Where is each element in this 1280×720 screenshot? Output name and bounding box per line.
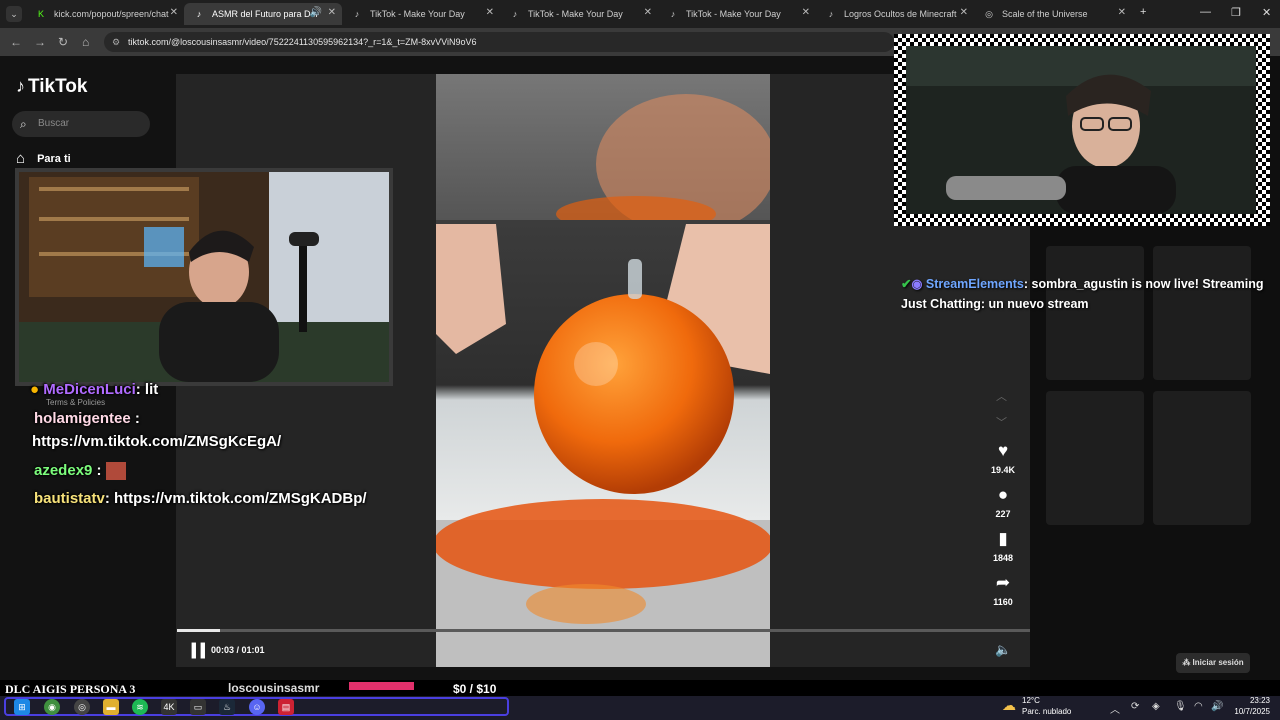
speaker-icon[interactable]: 🔊 <box>1211 701 1223 712</box>
tab-tiktok-1[interactable]: ♪ TikTok - Make Your Day ✕ <box>342 3 500 25</box>
weather-widget[interactable]: 12°C Parc. nublado <box>1022 695 1071 717</box>
video-thumbnail[interactable] <box>1153 391 1251 525</box>
close-tab-icon[interactable]: ✕ <box>1118 7 1126 18</box>
follow-button[interactable] <box>349 682 414 690</box>
close-tab-icon[interactable]: ✕ <box>170 7 178 18</box>
site-info-icon[interactable]: ⚙ <box>112 32 120 52</box>
tab-tiktok-2[interactable]: ♪ TikTok - Make Your Day ✕ <box>500 3 658 25</box>
checkmark-icon: ✔ <box>901 277 912 291</box>
steam-icon[interactable]: ♨ <box>219 699 235 715</box>
heart-icon: ♥ <box>997 441 1009 460</box>
playback-time: 00:03 / 01:01 <box>211 645 265 655</box>
chat-message: holamigentee : <box>34 410 140 427</box>
tab-scale-universe[interactable]: ◎ Scale of the Universe ✕ <box>974 3 1132 25</box>
pause-button[interactable]: ▍▍ <box>192 643 211 659</box>
sidebar-item-for-you[interactable]: ⌂ Para ti <box>16 150 71 167</box>
tiktok-note-icon: ♪ <box>16 76 25 96</box>
spotify-icon[interactable]: ≋ <box>132 699 148 715</box>
new-tab-icon[interactable]: + <box>1140 6 1146 18</box>
app-icon[interactable]: ▤ <box>278 699 294 715</box>
system-clock[interactable]: 23:23 10/7/2025 <box>1226 695 1270 717</box>
microphone-icon[interactable]: 🎙 <box>1174 701 1187 712</box>
comment-button[interactable]: ● 227 <box>985 485 1021 519</box>
tab-minecraft[interactable]: ♪ Logros Ocultos de Minecraft ✕ <box>816 3 974 25</box>
badge-icon: ● <box>30 381 40 398</box>
4k-app-icon[interactable]: 4K <box>161 699 177 715</box>
home-icon[interactable]: ⌂ <box>82 35 89 49</box>
share-icon: ➦ <box>995 573 1011 592</box>
folder-icon[interactable]: ▬ <box>103 699 119 715</box>
tiktok-icon: ♪ <box>196 9 202 19</box>
tab-asmr[interactable]: ♪ ASMR del Futuro para Dor 🔊 ✕ <box>184 3 342 25</box>
tab-kick-chat[interactable]: K kick.com/popout/spreen/chat ✕ <box>26 3 184 25</box>
wifi-icon[interactable]: ◠ <box>1194 701 1203 712</box>
tab-strip: ⌄ K kick.com/popout/spreen/chat ✕ ♪ ASMR… <box>0 0 1280 28</box>
streamelements-message: ✔◉ StreamElements: sombra_agustin is now… <box>901 277 1264 311</box>
chrome-icon[interactable]: ◉ <box>44 699 60 715</box>
comment-icon: ● <box>997 485 1009 504</box>
minimize-icon[interactable]: — <box>1200 6 1211 18</box>
address-bar[interactable]: ⚙ tiktok.com/@loscousinsasmr/video/75222… <box>104 32 894 52</box>
chat-message: azedex9 : <box>34 462 126 481</box>
terms-link[interactable]: Terms & Policies <box>46 398 105 407</box>
bookmark-icon: ▮ <box>998 529 1008 548</box>
grid-icon: ⁂ <box>1182 658 1193 667</box>
kick-icon: K <box>37 9 44 19</box>
obs-icon[interactable]: ◎ <box>74 699 90 715</box>
uploader-name[interactable]: loscousinsasmr <box>228 681 319 695</box>
chat-message: https://vm.tiktok.com/ZMSgKcEgA/ <box>32 433 282 450</box>
network-icon[interactable]: ◈ <box>1152 701 1160 712</box>
close-window-icon[interactable]: ✕ <box>1262 6 1271 19</box>
next-video-icon[interactable]: ﹀ <box>996 414 1007 430</box>
chat-message: ● MeDicenLuci: lit <box>30 381 159 398</box>
reload-icon[interactable]: ↻ <box>58 35 68 49</box>
app-tray-icon[interactable]: ⟳ <box>1131 701 1139 712</box>
save-button[interactable]: ▮ 1848 <box>985 529 1021 563</box>
emote-icon <box>105 462 126 481</box>
app-icon[interactable]: ▭ <box>190 699 206 715</box>
close-tab-icon[interactable]: ✕ <box>328 7 336 18</box>
chat-message: bautistatv: https://vm.tiktok.com/ZMSgKA… <box>34 490 367 507</box>
search-input[interactable]: ⌕ Buscar <box>12 111 150 137</box>
back-icon[interactable]: ← <box>10 35 22 49</box>
weather-icon[interactable]: ☁ <box>1002 697 1016 714</box>
close-tab-icon[interactable]: ✕ <box>960 7 968 18</box>
verified-icon: ◉ <box>911 277 923 291</box>
tiktok-icon: ♪ <box>512 9 518 19</box>
donation-goal: $0 / $10 <box>453 682 497 696</box>
close-tab-icon[interactable]: ✕ <box>802 7 810 18</box>
chevron-up-icon[interactable]: ︿ <box>1110 701 1120 716</box>
discord-icon[interactable]: ☺ <box>249 699 265 715</box>
tiktok-icon: ♪ <box>670 9 676 19</box>
like-button[interactable]: ♥ 19.4K <box>985 441 1021 475</box>
maximize-icon[interactable]: ❐ <box>1231 6 1241 19</box>
globe-icon: ◎ <box>985 9 993 19</box>
webcam-overlay-room <box>15 168 393 386</box>
progress-fill <box>177 629 220 632</box>
share-button[interactable]: ➦ 1160 <box>985 573 1021 607</box>
game-title: DLC AIGIS PERSONA 3 <box>5 682 136 696</box>
windows-start-icon[interactable]: ⊞ <box>14 699 30 715</box>
close-tab-icon[interactable]: ✕ <box>486 7 494 18</box>
login-button[interactable]: ⁂ Iniciar sesión <box>1176 653 1250 673</box>
previous-video-icon[interactable]: ︿ <box>996 388 1007 404</box>
tiktok-icon: ♪ <box>828 9 834 19</box>
volume-icon[interactable]: 🔈 <box>995 642 1011 658</box>
tab-tiktok-3[interactable]: ♪ TikTok - Make Your Day ✕ <box>658 3 816 25</box>
tiktok-icon: ♪ <box>354 9 360 19</box>
webcam-overlay-streamer <box>894 34 1270 226</box>
tab-search-button[interactable]: ⌄ <box>6 6 22 22</box>
close-tab-icon[interactable]: ✕ <box>644 7 652 18</box>
speaker-icon[interactable]: 🔊 <box>310 7 322 18</box>
home-icon: ⌂ <box>16 150 26 167</box>
video-frame[interactable] <box>436 74 770 667</box>
search-icon: ⌕ <box>20 117 27 131</box>
tiktok-logo[interactable]: ♪ TikTok <box>16 76 87 98</box>
video-thumbnail[interactable] <box>1046 391 1144 525</box>
forward-icon[interactable]: → <box>34 35 46 49</box>
progress-bar[interactable] <box>177 629 1030 632</box>
